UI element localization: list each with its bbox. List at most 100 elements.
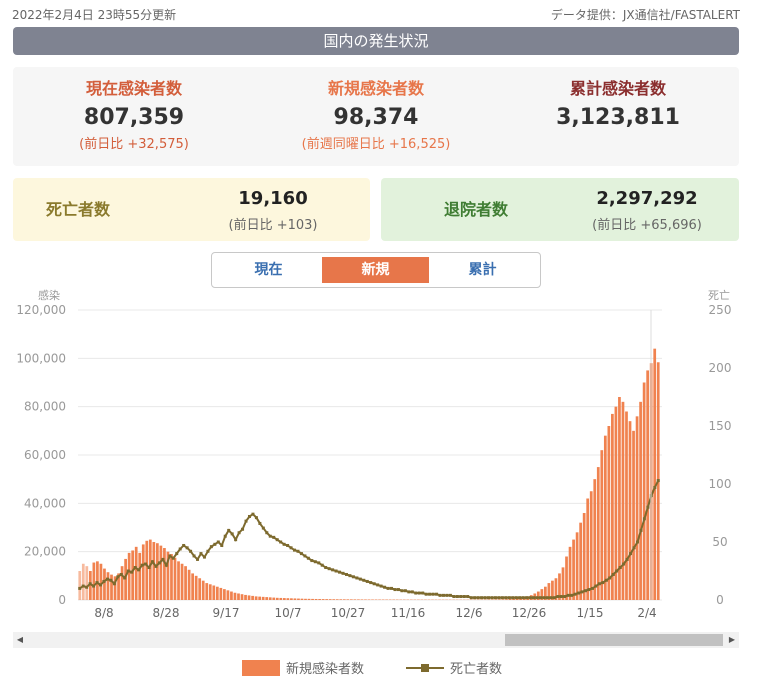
bar [148, 539, 152, 600]
deaths-point [88, 582, 92, 586]
deaths-point [78, 586, 82, 590]
deaths-point [421, 591, 425, 595]
deaths-point [497, 596, 501, 600]
deaths-point [279, 540, 283, 544]
x-tick-label: 10/27 [331, 606, 366, 620]
left-tick-label: 80,000 [24, 400, 66, 414]
right-tick-label: 150 [709, 419, 732, 433]
deaths-line [79, 480, 660, 599]
bar [208, 584, 212, 600]
bar [611, 413, 614, 600]
deaths-point [462, 595, 466, 599]
deaths-point [597, 582, 601, 586]
bar [163, 548, 166, 600]
bar [304, 598, 307, 600]
deaths-point [490, 596, 494, 600]
deaths-point [244, 519, 248, 523]
deaths-point [400, 589, 404, 593]
bar [191, 573, 194, 600]
deaths-point [123, 576, 127, 580]
deaths-point [147, 566, 151, 570]
x-tick-label: 11/16 [391, 606, 426, 620]
deaths-point [535, 596, 539, 600]
x-tick-label: 12/6 [456, 606, 483, 620]
bar [639, 401, 642, 600]
deaths-point [220, 543, 224, 547]
legend-bar-swatch-icon [242, 660, 280, 676]
bar [96, 561, 99, 600]
bar [325, 599, 329, 600]
deaths-point [216, 540, 220, 544]
deaths-point [369, 581, 373, 585]
deaths-point [230, 532, 234, 536]
bar [187, 569, 191, 600]
bar [205, 583, 209, 600]
bar [282, 598, 286, 600]
bar [258, 596, 262, 600]
deaths-point [164, 563, 168, 567]
bar [184, 566, 187, 600]
bar [99, 563, 103, 600]
bar [357, 599, 360, 600]
scroll-right-icon[interactable]: ▶ [725, 632, 739, 648]
bar [212, 585, 216, 600]
deaths-point [171, 556, 175, 560]
bar [279, 597, 283, 600]
bar [501, 599, 505, 600]
deaths-point [268, 534, 272, 538]
bar [625, 411, 628, 600]
x-tick-label: 12/26 [512, 606, 547, 620]
deaths-point [126, 569, 130, 573]
bar [103, 568, 106, 600]
deaths-point [289, 546, 293, 550]
deaths-point [223, 534, 227, 538]
deaths-point [362, 578, 366, 582]
deaths-point [487, 596, 491, 600]
bar [307, 598, 311, 600]
deaths-point [584, 589, 588, 593]
bar [339, 599, 343, 600]
deaths-point [251, 512, 255, 516]
deaths-point [403, 589, 407, 593]
legend-item-deaths[interactable]: 死亡者数 [406, 660, 502, 680]
deaths-point [639, 528, 643, 532]
legend-item-cases[interactable]: 新規感染者数 [242, 660, 364, 680]
deaths-point [441, 593, 445, 597]
bar [505, 599, 508, 600]
deaths-point [234, 538, 238, 542]
deaths-point [622, 562, 626, 566]
deaths-point [306, 556, 310, 560]
deaths-point [133, 566, 137, 570]
bar [565, 556, 568, 600]
bar [251, 595, 254, 600]
bar [120, 566, 124, 600]
deaths-point [379, 584, 383, 588]
chart-scrollbar[interactable]: ◀ ▶ [13, 632, 739, 648]
deaths-point [348, 574, 352, 578]
deaths-point [105, 577, 109, 581]
scrollbar-thumb[interactable] [505, 634, 723, 646]
deaths-point [272, 535, 276, 539]
deaths-point [525, 596, 529, 600]
right-tick-label: 50 [712, 535, 727, 549]
bar [286, 598, 290, 600]
deaths-point [414, 591, 418, 595]
bar [265, 597, 269, 600]
bar [332, 599, 336, 600]
x-tick-label: 1/15 [577, 606, 604, 620]
deaths-point [642, 517, 646, 521]
scroll-left-icon[interactable]: ◀ [13, 632, 27, 648]
deaths-point [299, 552, 303, 556]
deaths-point [625, 557, 629, 561]
deaths-point [417, 591, 421, 595]
deaths-point [206, 549, 210, 553]
bar [297, 598, 300, 600]
deaths-point [580, 590, 584, 594]
deaths-point [601, 581, 605, 585]
deaths-point [81, 584, 85, 588]
deaths-point [611, 572, 615, 576]
deaths-point [168, 554, 172, 558]
deaths-point [604, 578, 608, 582]
deaths-point [296, 549, 300, 553]
bar [568, 546, 572, 600]
